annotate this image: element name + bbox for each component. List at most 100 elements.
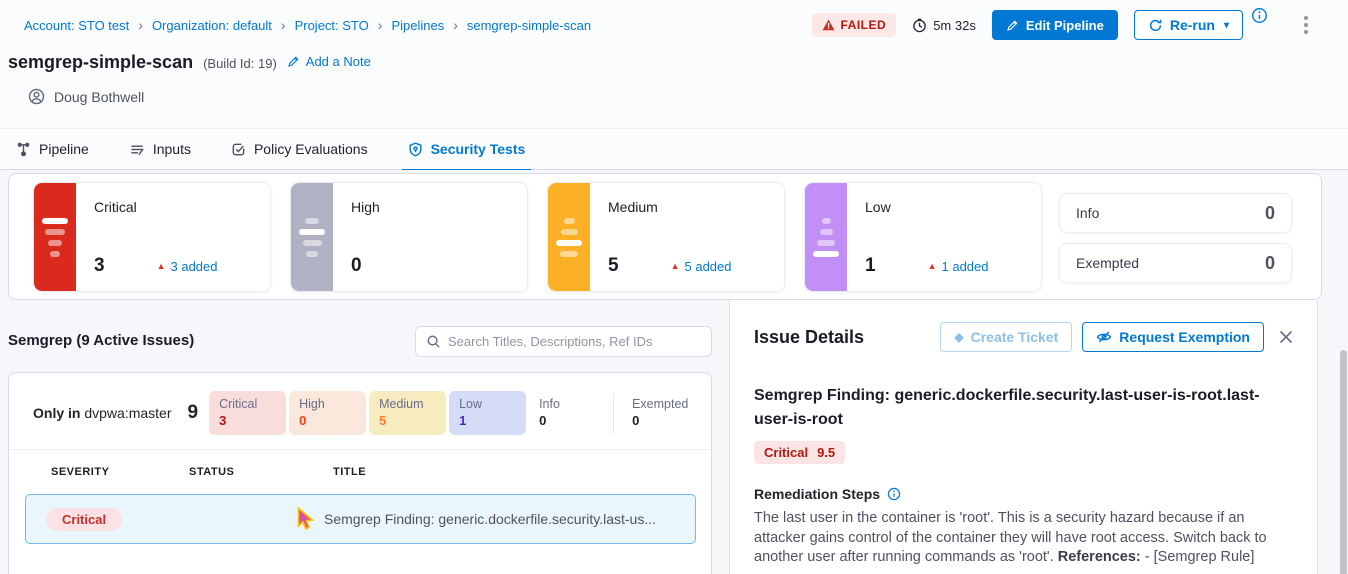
shield-icon [408,142,423,157]
severity-count: 3 [94,255,105,277]
add-note-link[interactable]: Add a Note [287,54,371,69]
diamond-icon: ◆ [954,330,963,344]
triggered-by: Doug Bothwell [28,88,144,105]
references-label: References: [1058,549,1141,565]
breadcrumb-account[interactable]: Account: STO test [24,18,129,33]
chevron-down-icon: ▾ [1224,20,1229,31]
severity-card-low[interactable]: Low 1 ▲1 added [804,182,1042,292]
severity-score-badge: Critical 9.5 [754,441,845,464]
severity-filter-pills: Critical 3 High 0 Medium 5 Low 1 [209,391,702,435]
vertical-scrollbar[interactable] [1340,350,1347,574]
page-title: semgrep-simple-scan [8,52,193,73]
divider [613,393,614,433]
tab-policy-evaluations[interactable]: Policy Evaluations [231,128,368,170]
column-header-status: STATUS [189,466,333,478]
severity-level-icon [34,183,76,291]
issues-filter-row: Only in dvpwa:master 9 Critical 3 High 0… [9,373,711,449]
execution-tabbar: Pipeline Inputs Policy Evaluations Secur… [0,128,1348,170]
severity-cards: Critical 3 ▲3 added High 0 [33,182,1042,292]
breadcrumb-pipeline-name[interactable]: semgrep-simple-scan [467,18,591,33]
filter-pill-low[interactable]: Low 1 [449,391,526,435]
chevron-right-icon: › [378,17,383,33]
severity-level-icon [291,183,333,291]
issue-details-panel: Issue Details ◆ Create Ticket Request Ex… [729,300,1318,574]
added-link[interactable]: ▲1 added [928,259,989,274]
search-input[interactable] [448,334,701,349]
request-exemption-button[interactable]: Request Exemption [1082,322,1264,352]
tab-pipeline[interactable]: Pipeline [16,128,89,170]
issue-row-selected[interactable]: Critical Semgrep Finding: generic.docker… [25,494,696,544]
info-count: 0 [1265,203,1275,224]
column-header-title: TITLE [333,466,366,478]
column-header-severity: SEVERITY [51,466,189,478]
severity-count: 0 [351,255,362,277]
severity-card-medium[interactable]: Medium 5 ▲5 added [547,182,785,292]
info-icon[interactable] [887,487,901,501]
issues-table-header: SEVERITY STATUS TITLE [9,450,711,490]
eye-off-icon [1096,329,1112,345]
severity-count: 1 [865,255,876,277]
breadcrumb-organization[interactable]: Organization: default [152,18,272,33]
rerun-button[interactable]: Re-run ▾ [1134,10,1243,40]
filter-pill-high[interactable]: High 0 [289,391,366,435]
sto-execution-screen: Account: STO test › Organization: defaul… [0,0,1348,574]
issues-list-card: Only in dvpwa:master 9 Critical 3 High 0… [8,372,712,574]
search-icon [426,334,441,349]
breadcrumb-project[interactable]: Project: STO [295,18,369,33]
severity-level-icon [548,183,590,291]
edit-pipeline-button[interactable]: Edit Pipeline [992,10,1118,40]
scan-heading: Semgrep (9 Active Issues) [8,332,194,349]
severity-card-critical[interactable]: Critical 3 ▲3 added [33,182,271,292]
exempted-count: 0 [1265,253,1275,274]
secondary-count-cards: Info 0 Exempted 0 [1059,193,1292,283]
chevron-right-icon: › [453,17,458,33]
info-icon[interactable] [1251,7,1268,24]
user-name: Doug Bothwell [54,89,144,105]
filter-pill-medium[interactable]: Medium 5 [369,391,446,435]
issue-title: Semgrep Finding: generic.dockerfile.secu… [324,511,681,527]
panel-title: Issue Details [754,327,864,348]
filter-pill-info[interactable]: Info 0 [529,391,606,435]
triangle-up-icon: ▲ [928,261,937,271]
added-link[interactable]: ▲5 added [671,259,732,274]
execution-title-row: semgrep-simple-scan (Build Id: 19) Add a… [8,52,371,73]
added-link[interactable]: ▲3 added [157,259,218,274]
tab-security-tests[interactable]: Security Tests [408,128,526,170]
user-icon [28,88,45,105]
status-badge: FAILED [812,13,897,37]
refresh-icon [1148,18,1163,33]
filter-pill-exempted[interactable]: Exempted 0 [622,391,699,435]
sliders-icon [129,142,145,157]
severity-label: Low [865,199,1027,215]
duration-label: 5m 32s [933,18,976,33]
remediation-heading-row: Remediation Steps [754,486,1293,502]
pipeline-icon [16,142,31,157]
severity-label: Medium [608,199,770,215]
close-icon[interactable] [1279,330,1293,344]
severity-count: 5 [608,255,619,277]
more-options-menu[interactable] [1298,12,1314,38]
breadcrumb-pipelines[interactable]: Pipelines [391,18,444,33]
execution-actions: FAILED 5m 32s Edit Pipeline Re-run ▾ [812,10,1314,40]
finding-title: Semgrep Finding: generic.dockerfile.secu… [754,384,1293,432]
warning-triangle-icon [822,19,835,31]
create-ticket-button[interactable]: ◆ Create Ticket [940,322,1072,352]
severity-score: 9.5 [817,445,835,460]
chevron-right-icon: › [138,17,143,33]
clock-icon [912,18,927,33]
filter-pill-critical[interactable]: Critical 3 [209,391,286,435]
info-count-card[interactable]: Info 0 [1059,193,1292,233]
mouse-cursor [296,507,316,531]
severity-label: High [351,199,513,215]
top-bar: Account: STO test › Organization: defaul… [0,0,1348,50]
checkbox-check-icon [231,142,246,157]
severity-card-high[interactable]: High 0 [290,182,528,292]
severity-summary-panel: Critical 3 ▲3 added High 0 [8,173,1322,300]
exempted-count-card[interactable]: Exempted 0 [1059,243,1292,283]
tab-inputs[interactable]: Inputs [129,128,191,170]
duration: 5m 32s [912,18,976,33]
pencil-icon [287,55,300,68]
target-label: Only in dvpwa:master [33,405,172,421]
status-label: FAILED [841,18,887,32]
pencil-icon [1006,19,1019,32]
